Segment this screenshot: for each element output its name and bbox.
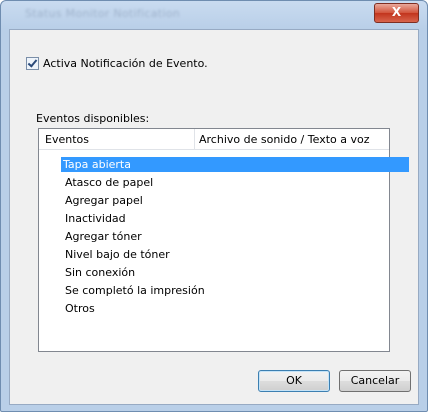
- list-item-label: Agregar tóner: [65, 230, 142, 243]
- close-button[interactable]: X: [374, 3, 419, 23]
- title-bar[interactable]: Status Monitor Notification X: [1, 1, 427, 28]
- column-divider[interactable]: [194, 129, 195, 149]
- ok-button[interactable]: OK: [258, 370, 330, 392]
- list-item-label: Nivel bajo de tóner: [65, 248, 170, 261]
- enable-notification-label: Activa Notificación de Evento.: [43, 56, 208, 70]
- list-item-label: Tapa abierta: [63, 158, 131, 171]
- list-item[interactable]: Sin conexión: [63, 265, 409, 280]
- list-item[interactable]: Atasco de papel: [63, 175, 409, 190]
- column-header-sound[interactable]: Archivo de sonido / Texto a voz: [199, 133, 370, 146]
- list-item[interactable]: Otros: [63, 301, 409, 316]
- list-item[interactable]: Agregar tóner: [63, 229, 409, 244]
- list-item[interactable]: Inactividad: [63, 211, 409, 226]
- column-header-events[interactable]: Eventos: [45, 133, 89, 146]
- list-item[interactable]: Nivel bajo de tóner: [63, 247, 409, 262]
- enable-notification-checkbox[interactable]: [26, 56, 39, 70]
- list-item[interactable]: Se completó la impresión: [63, 283, 409, 298]
- dialog-body: Activa Notificación de Evento. Eventos d…: [9, 29, 419, 405]
- list-item-label: Agregar papel: [65, 194, 143, 207]
- list-item-label: Otros: [65, 302, 95, 315]
- list-item-label: Inactividad: [65, 212, 126, 225]
- cancel-button[interactable]: Cancelar: [339, 370, 411, 392]
- dialog-window: Status Monitor Notification X Activa Not…: [0, 0, 428, 412]
- list-item-label: Atasco de papel: [65, 176, 154, 189]
- available-events-label: Eventos disponibles:: [36, 112, 150, 125]
- list-item[interactable]: Tapa abierta: [61, 157, 409, 172]
- list-item[interactable]: Agregar papel: [63, 193, 409, 208]
- close-icon: X: [391, 5, 402, 19]
- list-header: Eventos Archivo de sonido / Texto a voz: [39, 129, 389, 150]
- window-title: Status Monitor Notification: [25, 7, 181, 20]
- enable-notification-row[interactable]: Activa Notificación de Evento.: [26, 56, 208, 70]
- events-list[interactable]: Eventos Archivo de sonido / Texto a voz …: [38, 128, 409, 352]
- list-item-label: Se completó la impresión: [65, 284, 205, 297]
- list-item-label: Sin conexión: [65, 266, 136, 279]
